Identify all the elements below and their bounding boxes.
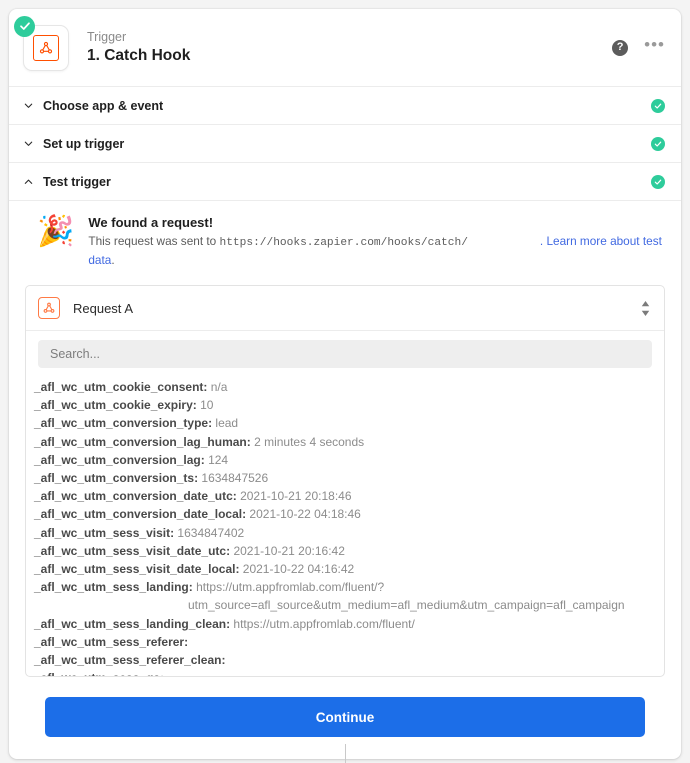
- found-request-title: We found a request!: [88, 215, 214, 230]
- app-icon-wrap: [14, 15, 69, 71]
- request-field-row: _afl_wc_utm_cookie_expiry: 10: [30, 396, 664, 414]
- chevron-down-icon: [23, 138, 43, 149]
- request-field-row: _afl_wc_utm_sess_visit: 1634847402: [30, 524, 664, 542]
- request-field-value: 2021-10-22 04:16:42: [239, 561, 355, 576]
- trigger-step-card: Trigger 1. Catch Hook ? ••• Choose app &…: [9, 9, 681, 760]
- test-trigger-panel: 🎉 We found a request! This request was s…: [9, 201, 681, 759]
- step-kicker: Trigger: [87, 30, 127, 45]
- section-label: Choose app & event: [43, 98, 164, 113]
- section-complete-badge: [651, 98, 665, 113]
- webhook-url: https://hooks.zapier.com/hooks/catch/: [219, 237, 468, 249]
- search-wrap: [26, 331, 664, 374]
- request-field-key: _afl_wc_utm_sess_visit_date_local:: [34, 561, 240, 576]
- request-selector[interactable]: Request A: [26, 286, 664, 331]
- request-field-value: 2021-10-21 20:16:42: [230, 543, 345, 558]
- help-icon[interactable]: ?: [612, 39, 629, 56]
- section-complete-badge: [651, 136, 665, 151]
- learn-more-link-part2[interactable]: data: [88, 253, 111, 267]
- chevron-down-icon: [23, 100, 43, 111]
- chevron-up-icon: [23, 176, 43, 187]
- step-header-actions: ? •••: [612, 36, 665, 56]
- found-request-text: We found a request! This request was sen…: [88, 215, 665, 269]
- request-field-key: _afl_wc_utm_sess_landing:: [34, 580, 193, 595]
- request-field-value: 2021-10-22 04:18:46: [246, 507, 361, 522]
- request-field-key: _afl_wc_utm_sess_referer_clean:: [34, 652, 226, 667]
- request-field-row: _afl_wc_utm_conversion_ts: 1634847526: [30, 469, 664, 487]
- request-field-value: https://utm.appfromlab.com/fluent/?: [192, 580, 385, 595]
- request-field-value: https://utm.appfromlab.com/fluent/: [230, 616, 415, 631]
- request-field-key: _afl_wc_utm_conversion_type:: [34, 416, 213, 431]
- webhook-glyph: [33, 34, 59, 61]
- webhooks-icon: [38, 297, 60, 320]
- request-field-value: lead: [212, 416, 239, 431]
- request-field-key: _afl_wc_utm_conversion_date_local:: [34, 507, 247, 522]
- request-field-row: _afl_wc_utm_sess_landing: https://utm.ap…: [30, 578, 664, 596]
- section-complete-badge: [651, 174, 665, 189]
- request-field-row: _afl_wc_utm_conversion_date_local: 2021-…: [30, 505, 664, 523]
- request-field-key: _afl_wc_utm_conversion_lag_human:: [34, 434, 251, 449]
- request-sent-prefix: This request was sent to: [88, 234, 220, 248]
- request-field-row: _afl_wc_utm_conversion_date_utc: 2021-10…: [30, 487, 664, 505]
- section-label: Set up trigger: [43, 136, 125, 151]
- step-header: Trigger 1. Catch Hook ? •••: [9, 9, 681, 87]
- step-connector-line: [345, 744, 346, 763]
- request-field-value: n/a: [207, 379, 228, 394]
- request-fields-list[interactable]: _afl_wc_utm_cookie_consent: n/a _afl_wc_u…: [26, 374, 664, 677]
- section-label: Test trigger: [43, 174, 111, 189]
- request-field-key: _afl_wc_utm_cookie_consent:: [34, 379, 208, 394]
- more-options-icon[interactable]: •••: [644, 36, 665, 55]
- request-field-key: _afl_wc_utm_sess_ga:: [34, 671, 164, 676]
- section-set-up-trigger[interactable]: Set up trigger: [9, 125, 681, 163]
- request-field-key: _afl_wc_utm_conversion_lag:: [34, 452, 205, 467]
- found-request-banner: 🎉 We found a request! This request was s…: [25, 215, 665, 269]
- request-field-value: 124: [204, 452, 229, 467]
- request-field-value: 1634847526: [198, 470, 269, 485]
- request-field-value: 1634847402: [174, 525, 245, 540]
- request-field-row: utm_source=afl_source&utm_medium=afl_med…: [30, 596, 664, 614]
- request-field-key: _afl_wc_utm_sess_referer:: [34, 634, 189, 649]
- step-complete-badge: [14, 15, 35, 37]
- section-choose-app-event[interactable]: Choose app & event: [9, 87, 681, 125]
- request-field-row: _afl_wc_utm_sess_visit_date_utc: 2021-10…: [30, 542, 664, 560]
- continue-button[interactable]: Continue: [45, 697, 645, 738]
- page-title: 1. Catch Hook: [87, 47, 191, 65]
- learn-more-link-part1[interactable]: . Learn more about test: [540, 234, 662, 248]
- step-header-text: Trigger 1. Catch Hook: [87, 29, 612, 66]
- request-field-row: _afl_wc_utm_sess_referer_clean:: [30, 651, 664, 669]
- link-period: .: [111, 252, 115, 267]
- request-field-row: _afl_wc_utm_sess_ga:: [30, 669, 664, 676]
- request-field-key: _afl_wc_utm_conversion_date_utc:: [34, 489, 237, 504]
- request-field-row: _afl_wc_utm_sess_referer:: [30, 633, 664, 651]
- request-field-row: _afl_wc_utm_sess_landing_clean: https://…: [30, 615, 664, 633]
- request-selector-label: Request A: [73, 300, 133, 316]
- request-field-key: _afl_wc_utm_sess_visit_date_utc:: [34, 543, 231, 558]
- request-field-row: _afl_wc_utm_cookie_consent: n/a: [30, 378, 664, 396]
- request-field-value: 2 minutes 4 seconds: [250, 434, 365, 449]
- request-field-row: _afl_wc_utm_conversion_lag: 124: [30, 451, 664, 469]
- section-test-trigger[interactable]: Test trigger: [9, 163, 681, 201]
- request-field-value: 2021-10-21 20:18:46: [236, 489, 352, 504]
- request-field-key: _afl_wc_utm_sess_landing_clean:: [34, 616, 231, 631]
- request-field-row: _afl_wc_utm_conversion_type: lead: [30, 414, 664, 432]
- sort-updown-icon: [641, 300, 650, 316]
- request-field-value-continued: utm_source=afl_source&utm_medium=afl_med…: [188, 598, 625, 613]
- request-field-value: 10: [196, 398, 214, 413]
- request-field-row: _afl_wc_utm_conversion_lag_human: 2 minu…: [30, 433, 664, 451]
- request-data-box: Request A _afl_wc_utm_cookie_consent: n/…: [25, 285, 665, 678]
- zap-editor-page: Trigger 1. Catch Hook ? ••• Choose app &…: [0, 0, 690, 763]
- request-field-key: _afl_wc_utm_conversion_ts:: [34, 470, 199, 485]
- found-request-subtitle: This request was sent to https://hooks.z…: [88, 233, 665, 269]
- request-field-key: _afl_wc_utm_sess_visit:: [34, 525, 175, 540]
- party-popper-icon: 🎉: [37, 215, 75, 248]
- request-field-key: _afl_wc_utm_cookie_expiry:: [34, 398, 197, 413]
- request-field-row: _afl_wc_utm_sess_visit_date_local: 2021-…: [30, 560, 664, 578]
- search-input[interactable]: [38, 339, 652, 368]
